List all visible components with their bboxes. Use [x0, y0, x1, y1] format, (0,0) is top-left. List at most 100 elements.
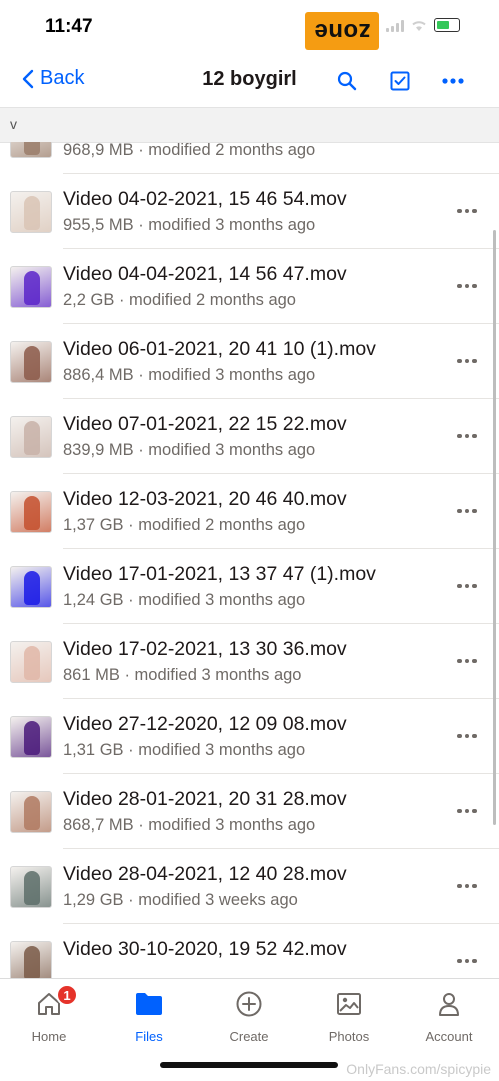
file-more-button[interactable] [452, 874, 482, 898]
file-thumbnail [10, 266, 52, 308]
scrollbar-thumb[interactable] [493, 230, 496, 825]
tab-account[interactable]: Account [404, 987, 494, 1047]
tab-home[interactable]: 1 Home [4, 984, 94, 1047]
back-button-label: Back [40, 67, 85, 89]
file-list[interactable]: Video 03-12-2020, 15 12 06.mov968,9 MB ·… [0, 142, 499, 978]
file-row[interactable]: Video 28-01-2021, 20 31 28.mov 868,7 MB ·… [0, 774, 499, 849]
back-button[interactable]: Back [22, 67, 84, 90]
tab-files[interactable]: Files [104, 987, 194, 1047]
file-row[interactable]: Video 06-01-2021, 20 41 10 (1).mov 886,4 … [0, 324, 499, 399]
sort-toggle[interactable]: v [10, 116, 17, 132]
file-meta: 955,5 MB · modified 3 months ago [63, 216, 315, 235]
meta-separator: · [123, 891, 139, 909]
file-more-button[interactable] [452, 799, 482, 823]
watermark-badge-text: zone [313, 18, 371, 45]
file-meta: 861 MB · modified 3 months ago [63, 666, 301, 685]
file-more-button[interactable] [452, 349, 482, 373]
search-button[interactable] [333, 67, 361, 95]
file-meta: 1,29 GB · modified 3 weeks ago [63, 891, 298, 910]
file-size: 2,2 GB [63, 291, 115, 309]
file-more-button[interactable] [452, 199, 482, 223]
file-more-button[interactable] [452, 724, 482, 748]
file-size: 1,29 GB [63, 891, 124, 909]
file-modified: modified 2 months ago [148, 142, 316, 159]
folder-icon [134, 989, 164, 1019]
file-more-button[interactable] [452, 649, 482, 673]
file-more-button[interactable] [452, 424, 482, 448]
file-thumbnail [10, 791, 52, 833]
more-horizontal-icon [442, 78, 464, 84]
file-more-button[interactable] [452, 499, 482, 523]
meta-separator: · [119, 666, 135, 684]
file-size: 1,24 GB [63, 591, 124, 609]
file-name: Video 28-01-2021, 20 31 28.mov [63, 788, 347, 810]
cellular-signal-icon [386, 18, 404, 32]
meta-separator: · [123, 741, 139, 759]
file-row[interactable]: Video 30-10-2020, 19 52 42.mov [0, 924, 499, 978]
file-more-button[interactable] [452, 142, 482, 148]
file-thumbnail [10, 866, 52, 908]
file-size: 868,7 MB [63, 816, 134, 834]
file-row[interactable]: Video 28-04-2021, 12 40 28.mov 1,29 GB · … [0, 849, 499, 924]
file-modified: modified 3 weeks ago [138, 891, 298, 909]
tab-account-label: Account [425, 1029, 473, 1044]
meta-separator: · [133, 142, 149, 159]
meta-separator: · [114, 291, 130, 309]
status-time: 11:47 [45, 16, 93, 37]
photo-icon [334, 989, 364, 1019]
notification-badge: 1 [56, 984, 78, 1006]
file-modified: modified 3 months ago [148, 441, 316, 459]
file-row[interactable]: Video 03-12-2020, 15 12 06.mov968,9 MB ·… [0, 142, 499, 174]
file-meta: 1,31 GB · modified 3 months ago [63, 741, 305, 760]
more-options-button[interactable] [439, 67, 467, 95]
file-row[interactable]: Video 17-02-2021, 13 30 36.mov 861 MB · m… [0, 624, 499, 699]
person-icon [434, 989, 464, 1019]
meta-separator: · [133, 216, 149, 234]
chevron-left-icon [22, 69, 34, 88]
file-thumbnail [10, 491, 52, 533]
file-thumbnail [10, 566, 52, 608]
select-button[interactable] [386, 67, 414, 95]
file-name: Video 17-01-2021, 13 37 47 (1).mov [63, 563, 376, 585]
file-modified: modified 3 months ago [138, 591, 306, 609]
file-size: 1,37 GB [63, 516, 124, 534]
file-size: 839,9 MB [63, 441, 134, 459]
file-meta: 839,9 MB · modified 3 months ago [63, 441, 315, 460]
file-modified: modified 3 months ago [148, 366, 316, 384]
file-modified: modified 3 months ago [134, 666, 302, 684]
file-more-button[interactable] [452, 274, 482, 298]
file-row[interactable]: Video 04-04-2021, 14 56 47.mov 2,2 GB · m… [0, 249, 499, 324]
file-thumbnail [10, 341, 52, 383]
file-thumbnail [10, 716, 52, 758]
sort-bar[interactable]: v [0, 107, 499, 143]
file-name: Video 27-12-2020, 12 09 08.mov [63, 713, 347, 735]
file-meta: 2,2 GB · modified 2 months ago [63, 291, 296, 310]
tab-create[interactable]: Create [204, 987, 294, 1047]
file-modified: modified 3 months ago [148, 216, 316, 234]
file-more-button[interactable] [452, 949, 482, 973]
meta-separator: · [123, 516, 139, 534]
status-icons [386, 18, 460, 32]
file-row[interactable]: Video 27-12-2020, 12 09 08.mov 1,31 GB · … [0, 699, 499, 774]
file-modified: modified 3 months ago [138, 741, 306, 759]
meta-separator: · [123, 591, 139, 609]
file-size: 861 MB [63, 666, 120, 684]
file-meta: 868,7 MB · modified 3 months ago [63, 816, 315, 835]
file-thumbnail [10, 641, 52, 683]
tab-home-label: Home [31, 1029, 67, 1044]
file-name: Video 06-01-2021, 20 41 10 (1).mov [63, 338, 376, 360]
file-thumbnail [10, 191, 52, 233]
file-thumbnail [10, 941, 52, 978]
file-thumbnail [10, 142, 52, 158]
watermark-credit: OnlyFans.com/spicypie [346, 1061, 491, 1077]
file-row[interactable]: Video 04-02-2021, 15 46 54.mov 955,5 MB ·… [0, 174, 499, 249]
home-indicator[interactable] [160, 1062, 338, 1068]
file-more-button[interactable] [452, 574, 482, 598]
file-name: Video 12-03-2021, 20 46 40.mov [63, 488, 347, 510]
file-name: Video 04-04-2021, 14 56 47.mov [63, 263, 347, 285]
tab-photos[interactable]: Photos [304, 987, 394, 1047]
file-row[interactable]: Video 12-03-2021, 20 46 40.mov 1,37 GB · … [0, 474, 499, 549]
battery-icon [434, 18, 460, 32]
file-row[interactable]: Video 17-01-2021, 13 37 47 (1).mov 1,24 G… [0, 549, 499, 624]
file-row[interactable]: Video 07-01-2021, 22 15 22.mov 839,9 MB ·… [0, 399, 499, 474]
